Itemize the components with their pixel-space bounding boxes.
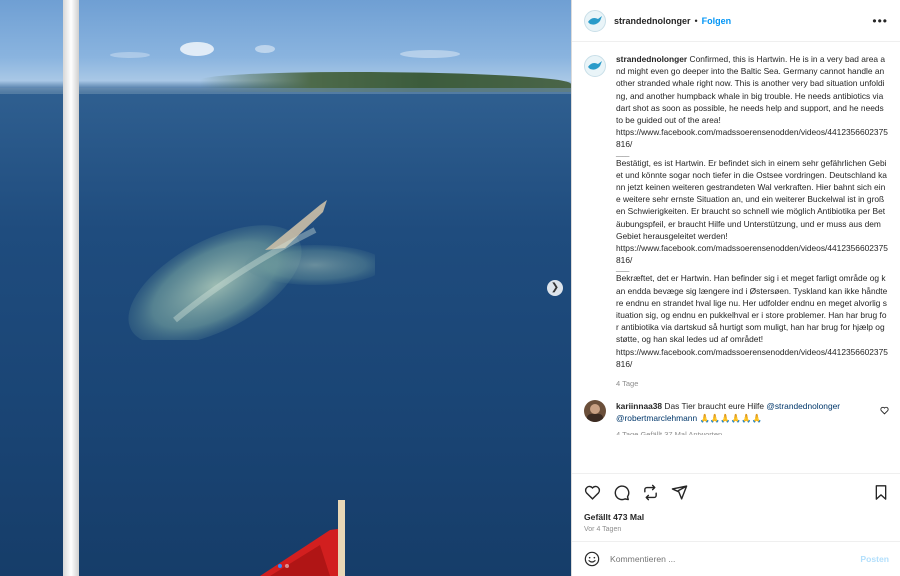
add-comment-bar: Posten <box>572 541 900 576</box>
instagram-post-view: ❯ strandednolonger • Folgen ••• stranded… <box>0 0 900 576</box>
caption-text: strandednolonger Confirmed, this is Hart… <box>616 53 888 390</box>
repost-icon[interactable] <box>642 484 659 501</box>
bookmark-icon[interactable] <box>873 484 889 501</box>
likes-count[interactable]: Gefällt 473 Mal <box>584 512 889 522</box>
mention-link[interactable]: @strandednolonger <box>766 401 840 411</box>
carousel-dots <box>278 564 289 568</box>
follow-button[interactable]: Folgen <box>702 16 732 26</box>
post-header: strandednolonger • Folgen ••• <box>572 0 900 42</box>
account-avatar[interactable] <box>584 9 606 32</box>
cloud <box>400 50 460 58</box>
comment-text: kariinnaa38 Das Tier braucht eure Hilfe … <box>616 400 878 434</box>
share-send-icon[interactable] <box>671 484 688 501</box>
whale-logo-icon <box>588 15 602 25</box>
post-side-panel: strandednolonger • Folgen ••• strandedno… <box>571 0 900 576</box>
action-icons-row <box>584 482 889 502</box>
caption-username[interactable]: strandednolonger <box>616 54 687 64</box>
caption-english: Confirmed, this is Hartwin. He is in a v… <box>616 54 887 126</box>
separator-dot: • <box>694 15 698 26</box>
cloud <box>110 52 150 58</box>
whale-logo-icon <box>588 61 602 70</box>
more-horizontal-icon[interactable]: ••• <box>872 14 888 28</box>
comment-like-heart-icon[interactable] <box>880 406 889 415</box>
cloud <box>255 45 275 53</box>
comment-item: kariinnaa38 Das Tier braucht eure Hilfe … <box>584 400 889 435</box>
comment-meta: 4 Tage Gefällt 37 Mal Antworten <box>616 429 723 435</box>
carousel-dot <box>285 564 289 568</box>
caption-link-da: https://www.facebook.com/madssoerensenod… <box>616 346 888 369</box>
caption-timestamp: 4 Tage <box>616 379 639 389</box>
comment-emojis: 🙏🙏🙏🙏🙏🙏 <box>697 413 763 424</box>
caption: strandednolonger Confirmed, this is Hart… <box>584 53 889 390</box>
commenter-avatar[interactable] <box>584 400 606 423</box>
avatar-photo <box>587 404 603 423</box>
caption-link-de: https://www.facebook.com/madssoerensenod… <box>616 243 888 266</box>
post-actions: Gefällt 473 Mal Vor 4 Tagen <box>572 473 900 541</box>
cloud <box>180 42 214 56</box>
comment-body: Das Tier braucht eure Hilfe <box>662 401 767 412</box>
post-comment-button[interactable]: Posten <box>860 554 889 564</box>
emoji-icon[interactable] <box>584 551 600 567</box>
carousel-next-button[interactable]: ❯ <box>547 280 563 296</box>
red-flag <box>260 500 345 576</box>
post-author-username[interactable]: strandednolonger <box>614 16 691 26</box>
boat-pole <box>63 0 79 576</box>
mention-link[interactable]: @robertmarclehmann <box>616 413 697 423</box>
post-media[interactable]: ❯ <box>0 0 571 576</box>
caption-german: Bestätigt, es ist Hartwin. Er befindet s… <box>616 157 887 241</box>
carousel-dot-active <box>278 564 282 568</box>
horizon <box>0 88 571 94</box>
caption-avatar[interactable] <box>584 55 606 77</box>
post-date[interactable]: Vor 4 Tagen <box>584 526 889 533</box>
like-heart-icon[interactable] <box>584 484 601 501</box>
caption-danish: Bekræftet, det er Hartwin. Han befinder … <box>616 273 888 345</box>
whale-image <box>128 200 375 340</box>
comment-input[interactable] <box>610 554 840 564</box>
comments-area[interactable]: strandednolonger Confirmed, this is Hart… <box>572 43 900 473</box>
caption-link-en: https://www.facebook.com/madssoerensenod… <box>616 127 888 150</box>
commenter-username[interactable]: kariinnaa38 <box>616 401 662 411</box>
comment-bubble-icon[interactable] <box>613 484 630 501</box>
